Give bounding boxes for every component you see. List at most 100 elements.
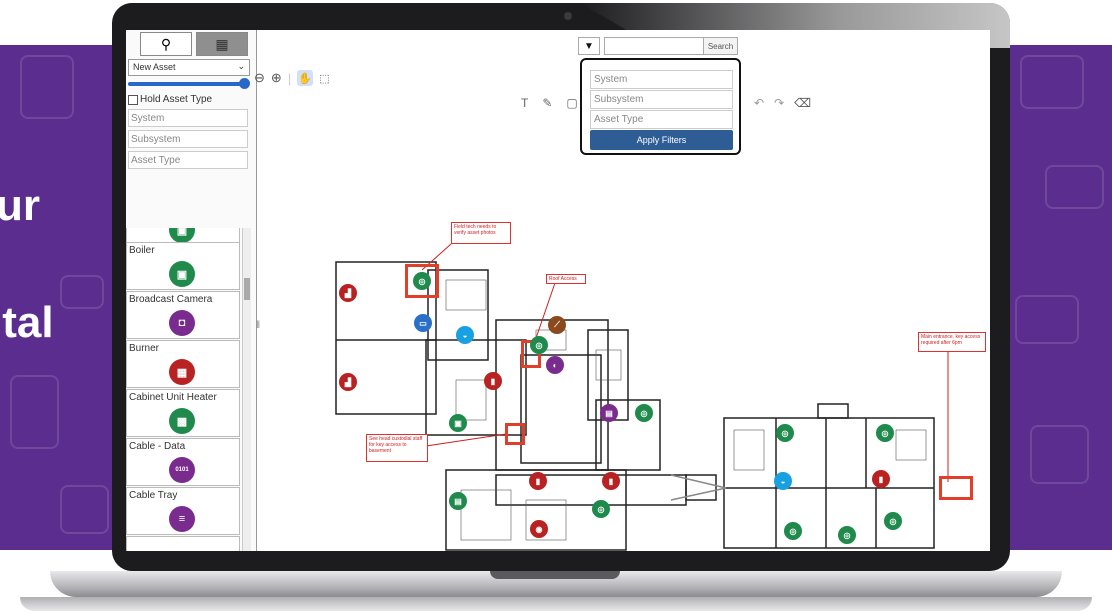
search-input[interactable] (604, 37, 704, 55)
filter-subsystem-field[interactable]: Subsystem (590, 90, 733, 109)
asset-card-cabinet-unit-heater[interactable]: Cabinet Unit Heater ▩ (126, 389, 240, 437)
asset-marker-extinguisher-icon[interactable]: ▮ (529, 472, 547, 490)
asset-marker-bucket-icon[interactable]: ◒ (456, 326, 474, 344)
asset-marker-green-icon[interactable]: ◎ (635, 404, 653, 422)
asset-list-scrollbar[interactable] (242, 228, 251, 551)
asset-marker-red-icon[interactable]: ▟ (339, 373, 357, 391)
asset-label: Cable - Data (129, 441, 186, 452)
decor-cursor-icon (1015, 295, 1079, 344)
decor-search-icon (60, 275, 104, 309)
asset-marker-wrench-icon[interactable]: ⟋ (548, 316, 566, 334)
panel-collapse-handle-icon[interactable]: ‖ (256, 320, 266, 338)
asset-marker-purple-icon[interactable]: ◐ (546, 356, 564, 374)
slider-knob[interactable] (239, 78, 250, 89)
decor-document-icon (20, 55, 74, 119)
note-roof-access[interactable]: Roof Access (546, 274, 586, 284)
asset-marker-extinguisher-icon[interactable]: ▮ (484, 372, 502, 390)
decor-phone-icon (10, 375, 59, 449)
asset-panel: ⚲ ▦ New Asset ⌄ Hold Asset Type System S… (126, 30, 257, 551)
background-left-panel: ur ital (0, 45, 122, 550)
pen-tool-icon[interactable]: ✎ (542, 96, 552, 110)
heater-icon: ▩ (169, 408, 195, 434)
filter-panel: System Subsystem Asset Type Apply Filter… (580, 58, 741, 155)
redo-icon[interactable]: ↷ (774, 96, 784, 110)
asset-marker-bucket-icon[interactable]: ◒ (774, 472, 792, 490)
apply-filters-button[interactable]: Apply Filters (590, 130, 733, 150)
camera-icon: ◘ (169, 310, 195, 336)
note-field-tech[interactable]: Field tech needs to verify asset photos (451, 222, 511, 244)
decor-screen-icon (60, 485, 109, 534)
zoom-in-icon[interactable]: ⊕ (271, 70, 282, 86)
plan-east-wing (723, 417, 935, 549)
asset-marker-green-icon[interactable]: ◎ (884, 512, 902, 530)
asset-marker-green-icon[interactable]: ▤ (449, 492, 467, 510)
pan-hand-icon[interactable]: ✋ (297, 70, 314, 86)
hold-checkbox[interactable] (128, 94, 138, 105)
asset-marker-green-icon[interactable]: ◎ (592, 500, 610, 518)
stamp-icon[interactable]: ⚲ (140, 32, 192, 56)
asset-list: ▣ Boiler ▣ Broadcast Camera ◘ Burner ▦ C… (126, 228, 240, 551)
asset-marker-extinguisher-icon[interactable]: ▮ (872, 470, 890, 488)
binary-icon: 0101 (169, 457, 195, 483)
asset-card-boiler[interactable]: Boiler ▣ (126, 242, 240, 290)
zoom-toolbar: ⊖ ⊕ | ✋ ⬚ (254, 70, 330, 86)
asset-label: Burner (129, 343, 160, 354)
burner-icon: ▦ (169, 359, 195, 385)
hold-asset-type[interactable]: Hold Asset Type (128, 94, 212, 105)
filter-icon[interactable]: ▼ (578, 37, 600, 55)
headline-line-1: ur (0, 181, 40, 230)
building-icon[interactable]: ▦ (196, 32, 248, 56)
text-tool-icon[interactable]: T (521, 96, 528, 110)
background-right-panel (1000, 45, 1112, 550)
asset-card-burner[interactable]: Burner ▦ (126, 340, 240, 388)
annotation-toolbar: T ✎ ▢ (521, 96, 578, 110)
asset-label: Broadcast Camera (129, 294, 213, 305)
laptop-shadow (20, 597, 1092, 611)
asset-marker-green-icon[interactable]: ◎ (876, 424, 894, 442)
panel-tabs: ⚲ ▦ (140, 32, 252, 56)
select-area-icon[interactable]: ⬚ (319, 72, 329, 85)
search-button[interactable]: Search (704, 37, 738, 55)
filter-system-field[interactable]: System (590, 70, 733, 89)
scroll-thumb[interactable] (244, 278, 250, 300)
zoom-out-icon[interactable]: ⊖ (254, 70, 265, 86)
decor-people-icon (1030, 425, 1089, 484)
filter-asset-type-field[interactable]: Asset Type (590, 110, 733, 129)
camera-dot (564, 12, 572, 20)
size-slider[interactable] (128, 78, 250, 89)
asset-select-value: New Asset (133, 62, 176, 72)
asset-marker-green-icon[interactable]: ◎ (838, 526, 856, 544)
asset-icon: ▣ (169, 228, 195, 243)
asset-marker-green-icon[interactable]: ◎ (784, 522, 802, 540)
asset-marker-purple-icon[interactable]: ▤ (600, 404, 618, 422)
asset-card[interactable] (126, 536, 240, 551)
boiler-icon: ▣ (169, 261, 195, 287)
eraser-icon[interactable]: ⌫ (794, 96, 811, 110)
asset-card-cable-data[interactable]: Cable - Data 0101 (126, 438, 240, 486)
rectangle-tool-icon[interactable]: ▢ (566, 96, 577, 110)
asset-label: Cable Tray (129, 490, 178, 501)
system-field[interactable]: System (128, 109, 248, 127)
asset-marker-green-icon[interactable]: ▣ (449, 414, 467, 432)
asset-label: Boiler (129, 245, 155, 256)
tray-icon: ≡ (169, 506, 195, 532)
asset-card-cable-tray[interactable]: Cable Tray ≡ (126, 487, 240, 535)
asset-marker-green-icon[interactable]: ◎ (413, 272, 431, 290)
asset-marker-extinguisher-icon[interactable]: ▮ (602, 472, 620, 490)
hold-label: Hold Asset Type (140, 94, 213, 105)
asset-marker-green-icon[interactable]: ◎ (530, 336, 548, 354)
asset-marker-red-icon[interactable]: ▟ (339, 284, 357, 302)
app-screen: Field tech needs to verify asset photos … (126, 30, 990, 551)
asset-marker-green-icon[interactable]: ◎ (776, 424, 794, 442)
asset-select[interactable]: New Asset ⌄ (128, 59, 250, 76)
asset-type-field[interactable]: Asset Type (128, 151, 248, 169)
undo-icon[interactable]: ↶ (754, 96, 764, 110)
note-main-entrance[interactable]: Main entrance, key access required after… (918, 332, 986, 352)
asset-marker-fire-icon[interactable]: ◉ (530, 520, 548, 538)
asset-card-broadcast-camera[interactable]: Broadcast Camera ◘ (126, 291, 240, 339)
subsystem-field[interactable]: Subsystem (128, 130, 248, 148)
decor-window-icon (1045, 165, 1104, 209)
asset-marker-blue-icon[interactable]: ▭ (414, 314, 432, 332)
note-custodial[interactable]: See head custodial staff for key access … (366, 434, 428, 462)
history-toolbar: ↶ ↷ ⌫ (754, 96, 811, 110)
